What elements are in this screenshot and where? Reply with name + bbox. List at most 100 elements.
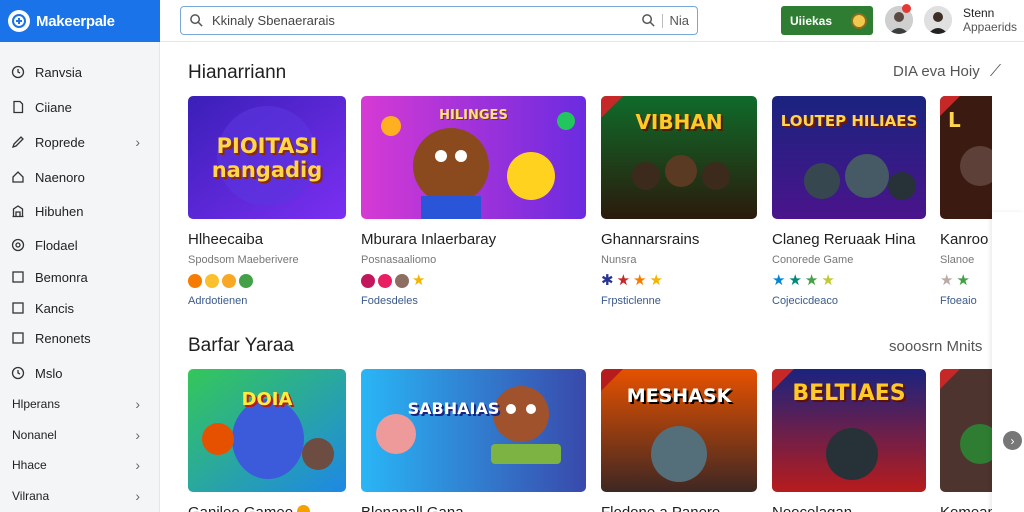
search-icon <box>190 14 203 27</box>
building-icon <box>12 205 24 218</box>
badge-icon <box>205 273 219 288</box>
sidebar-item-1[interactable]: Ranvsia <box>0 58 160 86</box>
game-card[interactable]: MESHASK Flodone a Panere <box>601 369 757 512</box>
badge-icon <box>378 273 392 288</box>
star-icon: ★ <box>649 272 663 289</box>
game-card[interactable]: DOIA Ganileo Gameo <box>188 369 346 512</box>
star-icon: ✱ <box>601 272 614 289</box>
game-thumbnail: SABHAIAS <box>361 369 586 492</box>
sidebar-item-2[interactable]: Ciiane <box>0 93 160 121</box>
user-name: Stenn <box>963 6 995 20</box>
document-icon <box>13 100 24 114</box>
settings-icon <box>11 238 25 252</box>
chevron-right-icon: › <box>135 457 140 473</box>
card-title: Hlheecaiba <box>188 231 264 248</box>
sidebar: Ranvsia Ciiane Roprede › Naenoro Hibuhen… <box>0 42 160 512</box>
game-card[interactable]: SABHAIAS Blenanall Gana <box>361 369 586 512</box>
sidebar-item-label: Bemonra <box>35 269 88 285</box>
game-card[interactable]: LOUTEP HILIAES Claneg Reruaak Hina Conor… <box>772 96 926 307</box>
sidebar-item-14[interactable]: Vilrana › <box>0 482 160 510</box>
star-icon: ★ <box>788 272 802 289</box>
sidebar-item-label: Mslo <box>35 365 63 381</box>
game-thumbnail: HILINGES <box>361 96 586 219</box>
card-subtitle: Conorede Game <box>772 254 854 266</box>
card-title: Flodone a Panere <box>601 504 757 512</box>
user-menu[interactable]: Stenn Appaerids <box>963 6 1017 34</box>
user-avatar[interactable] <box>924 6 952 34</box>
game-card[interactable]: VIBHAN Ghannarsrains Nunsra ✱ ★ ★ ★ Frps… <box>601 96 757 307</box>
chevron-right-icon: › <box>135 134 140 150</box>
thumbnail-title: DOIA <box>241 389 293 410</box>
thumbnail-title: SABHAIAS <box>407 399 500 418</box>
card-title: Komean <box>940 504 992 512</box>
logo-text: Makeerpale <box>36 12 115 30</box>
sidebar-item-9[interactable]: Renonets <box>0 324 160 352</box>
game-card[interactable]: HILINGES Mburara Inlaerbaray Posnasaalio… <box>361 96 586 307</box>
game-thumbnail: VIBHAN <box>601 96 757 219</box>
game-thumbnail <box>940 369 992 492</box>
card-footer: Adrdotienen <box>188 295 248 307</box>
sidebar-item-13[interactable]: Hhace › <box>0 451 160 479</box>
section-title: Barfar Yaraa <box>188 335 294 356</box>
section-see-all-link[interactable]: sooosrn Mnits <box>889 338 982 355</box>
game-card[interactable]: L Kanroo Slanoe ★ ★ Ffoeaio <box>940 96 992 307</box>
coin-icon <box>297 505 311 512</box>
coin-icon <box>851 12 867 29</box>
game-thumbnail: PIOITASI nangadig <box>188 96 346 219</box>
game-card[interactable]: PIOITASI nangadig Hlheecaiba Spodsom Mae… <box>188 96 346 307</box>
search-filter[interactable]: Nia <box>669 13 689 28</box>
card-title: Ghannarsrains <box>601 231 700 248</box>
sidebar-item-label: Roprede <box>35 134 85 150</box>
star-icon: ★ <box>821 272 835 289</box>
game-thumbnail: LOUTEP HILIAES <box>772 96 926 219</box>
sidebar-item-label: Nonanel <box>12 428 57 442</box>
card-title: Claneg Reruaak Hina <box>772 231 916 248</box>
sidebar-item-5[interactable]: Hibuhen <box>0 197 160 225</box>
chevron-right-icon[interactable]: › <box>1003 431 1022 450</box>
search-input[interactable] <box>212 13 612 28</box>
sidebar-item-7[interactable]: Bemonra <box>0 263 160 291</box>
game-thumbnail: MESHASK <box>601 369 757 492</box>
cta-button[interactable]: Uiiekas <box>781 6 873 35</box>
card-footer: Ffoeaio <box>940 295 977 307</box>
square-icon <box>12 302 24 314</box>
home-icon <box>12 171 24 183</box>
sidebar-item-8[interactable]: Kancis <box>0 294 160 322</box>
card-subtitle: Spodsom Maeberivere <box>188 254 299 266</box>
card-title: Blenanall Gana <box>361 504 586 512</box>
cta-label: Uiiekas <box>790 13 833 28</box>
sidebar-item-3[interactable]: Roprede › <box>0 128 160 156</box>
card-subtitle: Slanoe <box>940 254 975 266</box>
clock-icon <box>11 366 25 380</box>
sidebar-item-12[interactable]: Nonanel › <box>0 421 160 449</box>
game-card[interactable]: Komean <box>940 369 992 512</box>
sidebar-item-4[interactable]: Naenoro <box>0 163 160 191</box>
logo[interactable]: Makeerpale <box>0 0 160 42</box>
thumbnail-title: HILINGES <box>439 108 508 123</box>
section-link-label: sooosrn Mnits <box>889 338 983 355</box>
sidebar-item-11[interactable]: Hlperans › <box>0 390 160 418</box>
thumbnail-title: PIOITASI nangadig <box>211 134 323 182</box>
section-see-all-link[interactable]: DIA eva Hoiy ⟋ <box>893 63 1001 81</box>
star-icon: ★ <box>956 272 970 289</box>
card-title: Ganileo Gameo <box>188 504 346 512</box>
square-icon <box>12 332 24 344</box>
sidebar-item-6[interactable]: Flodael <box>0 231 160 259</box>
search-bar[interactable]: Nia <box>180 6 698 35</box>
sidebar-item-label: Vilrana <box>12 489 50 503</box>
card-title: Noocelagan <box>772 504 926 512</box>
section-title: Hianarriann <box>188 62 287 83</box>
thumbnail-title: MESHASK <box>626 385 732 407</box>
game-thumbnail: L <box>940 96 992 219</box>
card-subtitle: Posnasaaliomo <box>361 254 437 266</box>
sidebar-item-label: Ranvsia <box>35 64 82 80</box>
badge-icon <box>239 273 253 288</box>
badge-icon <box>222 273 236 288</box>
search-submit-icon[interactable] <box>641 13 656 28</box>
sidebar-item-10[interactable]: Mslo <box>0 359 160 387</box>
badge-icon <box>188 273 202 288</box>
game-card[interactable]: BELTIAES Noocelagan <box>772 369 926 512</box>
star-icon: ★ <box>616 272 631 289</box>
section-link-label: DIA eva Hoiy <box>893 63 980 80</box>
search-divider <box>662 13 664 28</box>
